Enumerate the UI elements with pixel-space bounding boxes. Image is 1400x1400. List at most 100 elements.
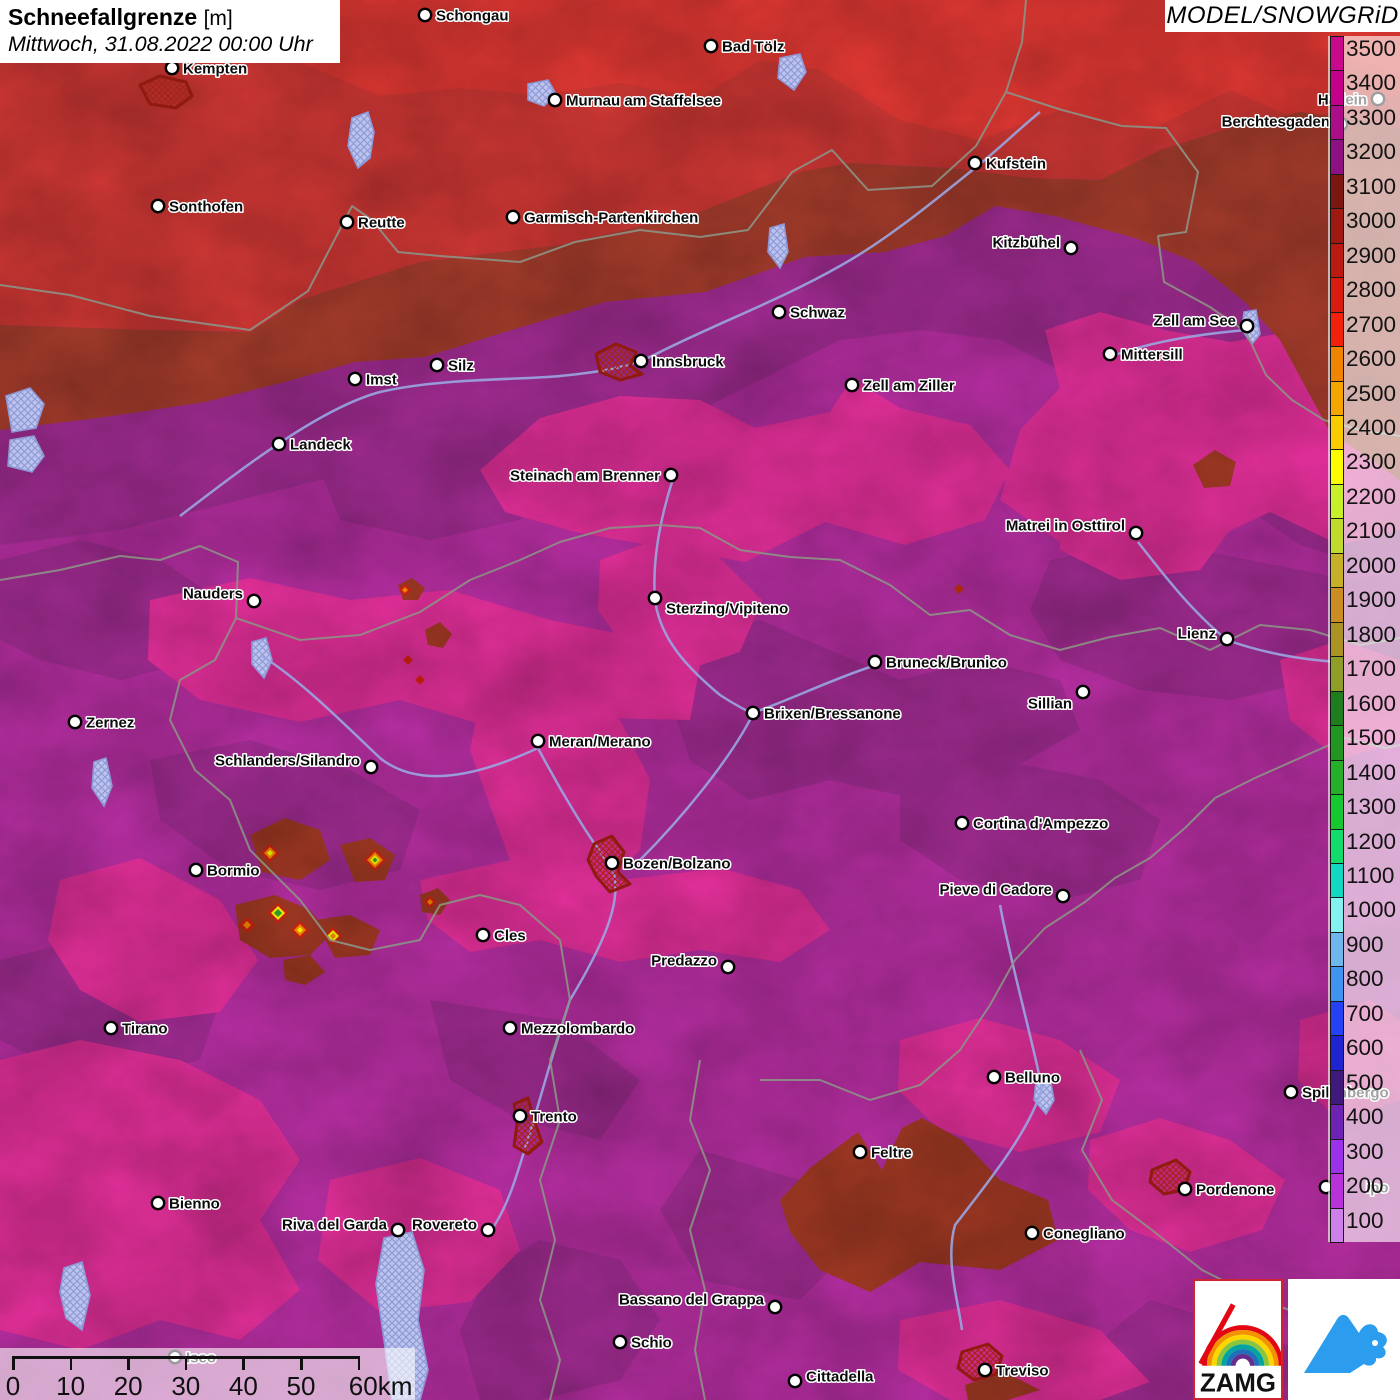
colorbar-tick-label: 3100 (1346, 176, 1396, 199)
city-label: Mittersill (1121, 347, 1183, 364)
city-label: Garmisch-Partenkirchen (524, 210, 698, 227)
colorbar-tick-label: 1800 (1346, 624, 1396, 647)
city-label: Conegliano (1043, 1226, 1125, 1243)
city-label: Innsbruck (652, 354, 724, 371)
city-label: Riva del Garda (282, 1217, 388, 1234)
city-label: Schongau (436, 8, 509, 25)
city-dot (846, 379, 858, 391)
colorbar-swatch (1330, 346, 1344, 381)
colorbar-swatch (1330, 1208, 1344, 1243)
city-dot (152, 1197, 164, 1209)
colorbar-tick-label: 3300 (1346, 107, 1396, 130)
mountain-cloud-icon (1288, 1279, 1400, 1400)
city-marker: Steinach am Brenner (510, 468, 677, 485)
colorbar-legend: 3500340033003200310030002900280027002600… (1328, 36, 1400, 1242)
scalebar-tick (242, 1356, 245, 1370)
colorbar-tick-label: 1000 (1346, 899, 1396, 922)
city-dot (419, 9, 431, 21)
city-dot (190, 864, 202, 876)
colorbar-tick-label: 1600 (1346, 693, 1396, 716)
city-label: Sonthofen (169, 199, 243, 216)
city-dot (773, 306, 785, 318)
colorbar-tick-label: 2900 (1346, 245, 1396, 268)
city-label: Matrei in Osttirol (1006, 518, 1125, 535)
colorbar-tick-label: 2100 (1346, 520, 1396, 543)
colorbar-tick-label: 300 (1346, 1141, 1384, 1164)
colorbar-tick-label: 900 (1346, 934, 1384, 957)
city-marker: Mezzolombardo (504, 1021, 635, 1038)
colorbar-tick-label: 1900 (1346, 589, 1396, 612)
colorbar-tick-label: 1400 (1346, 762, 1396, 785)
city-label: Bassano del Grappa (619, 1292, 765, 1309)
city-label: Predazzo (651, 953, 717, 970)
colorbar-swatch (1330, 1173, 1344, 1208)
city-label: Pieve di Cadore (939, 882, 1052, 899)
city-dot (705, 40, 717, 52)
city-label: Steinach am Brenner (510, 468, 660, 485)
colorbar-swatch (1330, 174, 1344, 209)
city-label: Bruneck/Brunico (886, 655, 1007, 672)
colorbar-tick-label: 2200 (1346, 486, 1396, 509)
city-label: Brixen/Bressanone (764, 706, 901, 723)
zamg-rainbow-icon: ZAMG (1195, 1281, 1281, 1398)
city-label: Berchtesgaden (1222, 114, 1330, 131)
city-dot (1130, 527, 1142, 539)
colorbar-swatch (1330, 863, 1344, 898)
colorbar-swatch (1330, 656, 1344, 691)
city-dot (349, 373, 361, 385)
colorbar-tick-label: 1500 (1346, 727, 1396, 750)
city-label: Cortina d'Ampezzo (973, 816, 1108, 833)
colorbar-swatch (1330, 966, 1344, 1001)
colorbar-swatch (1330, 415, 1344, 450)
city-dot (635, 355, 647, 367)
city-label: Lienz (1178, 626, 1216, 643)
zamg-logo-text: ZAMG (1200, 1370, 1276, 1398)
city-dot (956, 817, 968, 829)
colorbar-swatch (1330, 105, 1344, 140)
colorbar-tick-label: 800 (1346, 968, 1384, 991)
scalebar-tick (300, 1356, 303, 1370)
city-dot (969, 157, 981, 169)
colorbar-swatch (1330, 449, 1344, 484)
city-dot (1179, 1183, 1191, 1195)
city-dot (649, 592, 661, 604)
city-marker: Brixen/Bressanone (747, 706, 901, 723)
city-dot (1221, 633, 1233, 645)
colorbar-tick-label: 3500 (1346, 38, 1396, 61)
city-marker: Silz (431, 358, 474, 375)
colorbar-swatch (1330, 1139, 1344, 1174)
scalebar-tick (358, 1356, 361, 1370)
colorbar-swatch (1330, 381, 1344, 416)
colorbar-tick-label: 500 (1346, 1072, 1384, 1095)
colorbar-tick-label: 2300 (1346, 451, 1396, 474)
model-label: MODEL/SNOWGRiD (1166, 2, 1398, 30)
city-dot (606, 857, 618, 869)
city-marker: Garmisch-Partenkirchen (507, 210, 698, 227)
city-dot (869, 656, 881, 668)
colorbar-tick-label: 2000 (1346, 555, 1396, 578)
title-panel: Schneefallgrenze [m] Mittwoch, 31.08.202… (0, 0, 340, 63)
colorbar-swatch (1330, 691, 1344, 726)
colorbar-tick-label: 2500 (1346, 383, 1396, 406)
city-label: Meran/Merano (549, 734, 651, 751)
colorbar-swatch (1330, 794, 1344, 829)
scalebar-tick (127, 1356, 130, 1370)
city-dot (365, 761, 377, 773)
title-unit: [m] (204, 7, 233, 30)
city-dot (1241, 320, 1253, 332)
city-dot (105, 1022, 117, 1034)
city-label: Bienno (169, 1196, 220, 1213)
city-marker: Schio (614, 1335, 672, 1352)
colorbar-swatch (1330, 518, 1344, 553)
colorbar-tick-label: 1700 (1346, 658, 1396, 681)
colorbar-tick-label: 1200 (1346, 831, 1396, 854)
title-datetime: Mittwoch, 31.08.2022 00:00 Uhr (8, 32, 332, 57)
city-dot (431, 359, 443, 371)
zamg-logo: ZAMG (1193, 1279, 1283, 1400)
colorbar-swatch (1330, 208, 1344, 243)
colorbar-swatch (1330, 932, 1344, 967)
city-dot (504, 1022, 516, 1034)
colorbar-swatch (1330, 760, 1344, 795)
city-dot (152, 200, 164, 212)
colorbar-swatch (1330, 484, 1344, 519)
